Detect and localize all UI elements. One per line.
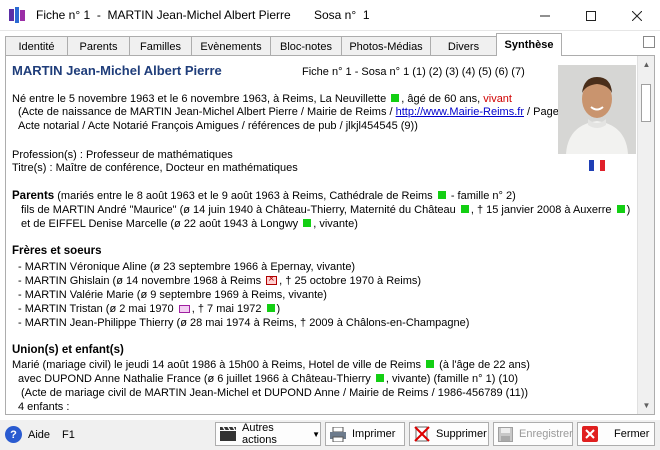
sibling-item: - MARTIN Ghislain (ø 14 novembre 1968 à … — [18, 273, 421, 288]
title-bar: Fiche n° 1 - MARTIN Jean-Michel Albert P… — [0, 0, 660, 31]
children-count: 4 enfants : — [18, 401, 70, 410]
marriage-acte-line: (Acte de mariage civil de MARTIN Jean-Mi… — [21, 387, 529, 399]
unions-heading: Union(s) et enfant(s) — [12, 344, 124, 356]
save-button[interactable]: Enregistrer — [493, 422, 573, 446]
delete-document-icon — [414, 426, 430, 442]
dropdown-arrow-icon: ▼ — [312, 429, 320, 439]
save-disk-icon — [498, 426, 513, 442]
scroll-up-icon[interactable]: ▲ — [638, 56, 655, 73]
person-name: MARTIN Jean-Michel Albert Pierre — [12, 63, 222, 78]
marriage-line: Marié (mariage civil) le jeudi 14 août 1… — [12, 359, 530, 371]
footer-bar: ? Aide F1 Autres actions ▼ Imprimer Supp… — [0, 420, 660, 450]
print-button[interactable]: Imprimer — [325, 422, 405, 446]
siblings-heading: Frères et soeurs — [12, 245, 102, 257]
source-marker-icon — [375, 374, 384, 382]
scroll-down-icon[interactable]: ▼ — [638, 397, 655, 414]
tab-familles[interactable]: Familles — [129, 36, 192, 56]
help-icon: ? — [5, 426, 22, 443]
tab-synthese[interactable]: Synthèse — [496, 33, 562, 56]
death-record-icon — [266, 273, 278, 286]
scroll-thumb[interactable] — [641, 84, 651, 122]
panel-option-checkbox[interactable] — [643, 36, 655, 48]
mairie-link[interactable]: http://www.Mairie-Reims.fr — [396, 106, 524, 118]
france-flag-icon — [589, 160, 605, 171]
printer-icon — [330, 426, 346, 442]
tab-divers[interactable]: Divers — [430, 36, 497, 56]
close-window-button[interactable] — [614, 0, 660, 31]
help-button[interactable]: ? Aide F1 — [5, 426, 75, 443]
sibling-item: - MARTIN Véronique Aline (ø 23 septembre… — [18, 261, 356, 273]
tab-parents[interactable]: Parents — [67, 36, 130, 56]
minimize-button[interactable] — [522, 0, 568, 31]
synthesis-content: MARTIN Jean-Michel Albert Pierre Fiche n… — [12, 62, 636, 410]
birth-acte-line: (Acte de naissance de MARTIN Jean-Michel… — [18, 106, 559, 118]
envelope-icon — [178, 305, 190, 313]
source-marker-icon — [426, 360, 435, 368]
titles-line: Titre(s) : Maître de conférence, Docteur… — [12, 162, 298, 174]
mother-line: et de EIFFEL Denise Marcelle (ø 22 août … — [21, 218, 358, 230]
sibling-item: - MARTIN Tristan (ø 2 mai 1970 , † 7 mai… — [18, 303, 281, 315]
profession-line: Profession(s) : Professeur de mathématiq… — [12, 149, 233, 161]
spouse-line: avec DUPOND Anne Nathalie France (ø 6 ju… — [18, 373, 519, 385]
synthesis-panel: MARTIN Jean-Michel Albert Pierre Fiche n… — [5, 55, 655, 415]
close-icon — [582, 426, 598, 442]
living-status: vivant — [483, 93, 512, 105]
person-photo[interactable] — [558, 65, 636, 154]
tab-bar: Identité Parents Familles Evènements Blo… — [5, 33, 650, 56]
source-marker-icon — [437, 191, 446, 199]
person-refs: Fiche n° 1 - Sosa n° 1 (1) (2) (3) (4) (… — [302, 66, 525, 78]
app-tree-icon — [8, 6, 26, 24]
source-marker-icon — [303, 219, 312, 227]
notary-line: Acte notarial / Acte Notarié François Am… — [18, 120, 418, 132]
tab-identite[interactable]: Identité — [5, 36, 68, 56]
source-marker-icon — [391, 94, 400, 102]
close-button[interactable]: Fermer — [577, 422, 655, 446]
window-title: Fiche n° 1 - MARTIN Jean-Michel Albert P… — [36, 8, 370, 22]
sibling-item: - MARTIN Jean-Philippe Thierry (ø 28 mai… — [18, 317, 470, 329]
tab-evenements[interactable]: Evènements — [191, 36, 271, 56]
delete-button[interactable]: Supprimer — [409, 422, 489, 446]
birth-line: Né entre le 5 novembre 1963 et le 6 nove… — [12, 93, 512, 105]
maximize-button[interactable] — [568, 0, 614, 31]
source-marker-icon — [266, 304, 275, 312]
vertical-scrollbar[interactable]: ▲ ▼ — [637, 56, 654, 414]
source-marker-icon — [460, 205, 469, 213]
father-line: fils de MARTIN André "Maurice" (ø 14 jui… — [21, 204, 631, 216]
tab-bloc-notes[interactable]: Bloc-notes — [270, 36, 342, 56]
sibling-item: - MARTIN Valérie Marie (ø 9 septembre 19… — [18, 289, 327, 301]
source-marker-icon — [616, 205, 625, 213]
parents-line: Parents (mariés entre le 8 août 1963 et … — [12, 190, 516, 202]
other-actions-button[interactable]: Autres actions ▼ — [215, 422, 321, 446]
clapperboard-icon — [220, 426, 236, 442]
tab-photos-medias[interactable]: Photos-Médias — [341, 36, 431, 56]
